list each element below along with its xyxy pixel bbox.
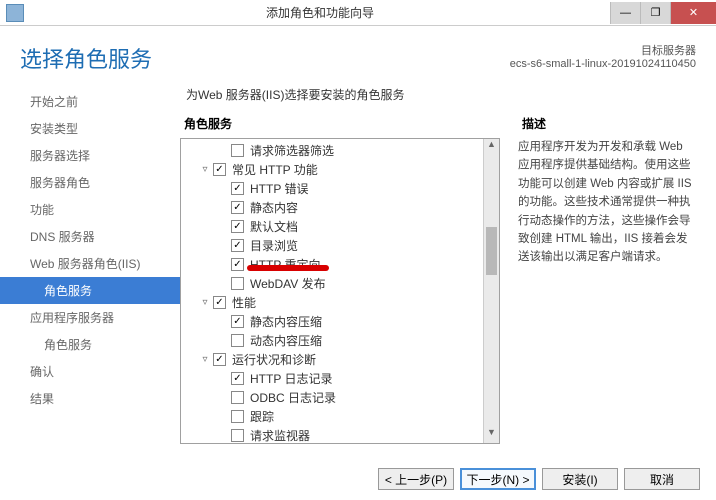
tree-row-14[interactable]: 跟踪 [181, 407, 499, 426]
tree-row-6[interactable]: HTTP 重定向 [181, 255, 499, 274]
checkbox[interactable] [231, 334, 244, 347]
sidebar-item-1[interactable]: 安装类型 [0, 115, 180, 142]
tree-item-label: 性能 [230, 294, 256, 311]
tree-row-7[interactable]: WebDAV 发布 [181, 274, 499, 293]
description-column: 描述 应用程序开发为开发和承载 Web 应用程序提供基础结构。使用这些功能可以创… [518, 115, 710, 444]
window-titlebar: 添加角色和功能向导 — ❐ ✕ [0, 0, 716, 26]
tree-item-label: 运行状况和诊断 [230, 351, 316, 368]
checkbox[interactable] [231, 144, 244, 157]
tree-row-5[interactable]: 目录浏览 [181, 236, 499, 255]
tree-row-8[interactable]: ▿ 性能 [181, 293, 499, 312]
tree-item-label: HTTP 错误 [248, 180, 308, 197]
checkbox[interactable] [231, 258, 244, 271]
description-text: 应用程序开发为开发和承载 Web 应用程序提供基础结构。使用这些功能可以创建 W… [518, 138, 692, 267]
checkbox[interactable] [231, 277, 244, 290]
tree-row-9[interactable]: 静态内容压缩 [181, 312, 499, 331]
tree-item-label: 默认文档 [248, 218, 298, 235]
expand-icon[interactable]: ▿ [199, 164, 211, 175]
checkbox[interactable] [213, 353, 226, 366]
tree-row-12[interactable]: HTTP 日志记录 [181, 369, 499, 388]
tree-row-1[interactable]: ▿ 常见 HTTP 功能 [181, 160, 499, 179]
sidebar-item-8[interactable]: 应用程序服务器 [0, 304, 180, 331]
checkbox[interactable] [231, 429, 244, 442]
content-area: 为Web 服务器(IIS)选择要安装的角色服务 角色服务 请求筛选器筛选 ▿ 常见 … [180, 82, 716, 444]
target-label: 目标服务器 [510, 42, 696, 58]
window-buttons: — ❐ ✕ [610, 2, 716, 24]
checkbox[interactable] [231, 182, 244, 195]
tree-item-label: 常见 HTTP 功能 [230, 161, 318, 178]
page-header: 选择角色服务 目标服务器 ecs-s6-small-1-linux-201910… [0, 26, 716, 82]
close-button[interactable]: ✕ [670, 2, 716, 24]
sidebar-item-0[interactable]: 开始之前 [0, 88, 180, 115]
roles-tree-box: 请求筛选器筛选▿常见 HTTP 功能HTTP 错误静态内容默认文档目录浏览HTT… [180, 138, 500, 444]
sidebar-item-3[interactable]: 服务器角色 [0, 169, 180, 196]
maximize-button[interactable]: ❐ [640, 2, 670, 24]
expand-icon[interactable]: ▿ [199, 354, 211, 365]
tree-row-11[interactable]: ▿ 运行状况和诊断 [181, 350, 499, 369]
roles-header: 角色服务 [180, 115, 500, 132]
checkbox[interactable] [231, 239, 244, 252]
tree-item-label: 目录浏览 [248, 237, 298, 254]
tree-item-label: 请求筛选器筛选 [248, 142, 334, 159]
tree-row-4[interactable]: 默认文档 [181, 217, 499, 236]
checkbox[interactable] [231, 315, 244, 328]
tree-row-13[interactable]: ODBC 日志记录 [181, 388, 499, 407]
target-value: ecs-s6-small-1-linux-20191024110450 [510, 58, 696, 70]
sidebar-item-4[interactable]: 功能 [0, 196, 180, 223]
target-server-info: 目标服务器 ecs-s6-small-1-linux-2019102411045… [510, 42, 696, 74]
tree-item-label: 动态内容压缩 [248, 332, 322, 349]
sidebar-item-9[interactable]: 角色服务 [0, 331, 180, 358]
tree-row-3[interactable]: 静态内容 [181, 198, 499, 217]
main-area: 开始之前安装类型服务器选择服务器角色功能DNS 服务器Web 服务器角色(IIS… [0, 82, 716, 444]
sidebar-item-5[interactable]: DNS 服务器 [0, 223, 180, 250]
checkbox[interactable] [213, 296, 226, 309]
window-title: 添加角色和功能向导 [30, 4, 610, 21]
minimize-button[interactable]: — [610, 2, 640, 24]
next-button[interactable]: 下一步(N) > [460, 468, 536, 490]
cancel-button[interactable]: 取消 [624, 468, 700, 490]
scroll-thumb[interactable] [486, 227, 497, 275]
scroll-up-arrow-icon[interactable]: ▲ [484, 139, 499, 155]
checkbox[interactable] [231, 220, 244, 233]
sidebar-item-7[interactable]: 角色服务 [0, 277, 180, 304]
sidebar-item-11[interactable]: 结果 [0, 385, 180, 412]
tree-item-label: HTTP 日志记录 [248, 370, 332, 387]
sidebar-item-10[interactable]: 确认 [0, 358, 180, 385]
roles-tree[interactable]: 请求筛选器筛选▿常见 HTTP 功能HTTP 错误静态内容默认文档目录浏览HTT… [181, 139, 499, 444]
checkbox[interactable] [231, 372, 244, 385]
tree-row-0[interactable]: 请求筛选器筛选 [181, 141, 499, 160]
roles-column: 角色服务 请求筛选器筛选 ▿ 常见 HTTP 功能 HTTP 错误静态内容默认文档目录… [180, 115, 500, 444]
previous-button[interactable]: < 上一步(P) [378, 468, 454, 490]
tree-item-label: 静态内容压缩 [248, 313, 322, 330]
page-title: 选择角色服务 [20, 42, 152, 74]
red-underline-annotation [247, 265, 329, 271]
checkbox[interactable] [231, 410, 244, 423]
checkbox[interactable] [231, 391, 244, 404]
checkbox[interactable] [231, 201, 244, 214]
tree-row-2[interactable]: HTTP 错误 [181, 179, 499, 198]
description-header: 描述 [518, 115, 692, 132]
tree-item-label: 跟踪 [248, 408, 274, 425]
prompt-text: 为Web 服务器(IIS)选择要安装的角色服务 [186, 86, 710, 103]
sidebar-item-6[interactable]: Web 服务器角色(IIS) [0, 250, 180, 277]
tree-item-label: WebDAV 发布 [248, 275, 326, 292]
expand-icon[interactable]: ▿ [199, 297, 211, 308]
wizard-footer: < 上一步(P) 下一步(N) > 安装(I) 取消 [378, 468, 700, 490]
tree-item-label: 请求监视器 [248, 427, 310, 444]
wizard-sidebar: 开始之前安装类型服务器选择服务器角色功能DNS 服务器Web 服务器角色(IIS… [0, 82, 180, 444]
tree-row-15[interactable]: 请求监视器 [181, 426, 499, 444]
tree-item-label: ODBC 日志记录 [248, 389, 336, 406]
sidebar-item-2[interactable]: 服务器选择 [0, 142, 180, 169]
app-icon [6, 4, 24, 22]
tree-item-label: 静态内容 [248, 199, 298, 216]
checkbox[interactable] [213, 163, 226, 176]
vertical-scrollbar[interactable]: ▲ ▼ [483, 139, 499, 443]
scroll-down-arrow-icon[interactable]: ▼ [484, 427, 499, 443]
tree-row-10[interactable]: 动态内容压缩 [181, 331, 499, 350]
install-button[interactable]: 安装(I) [542, 468, 618, 490]
